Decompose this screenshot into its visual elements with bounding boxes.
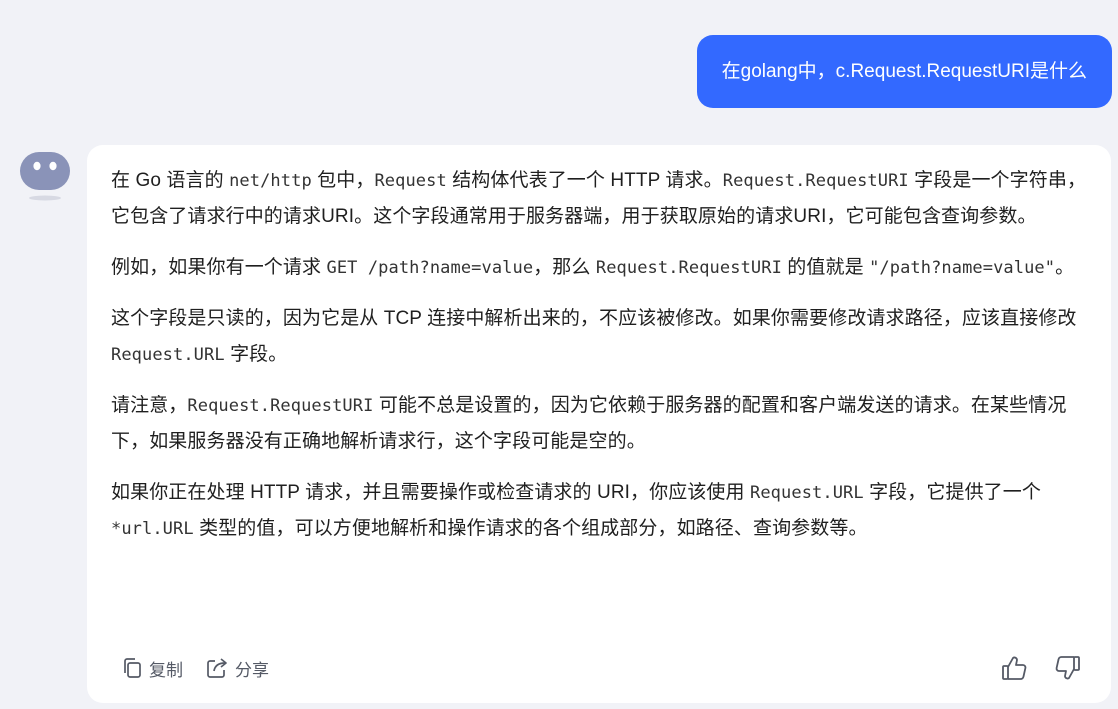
inline-code: *url.URL xyxy=(111,519,194,539)
copy-button[interactable]: 复制 xyxy=(121,656,183,681)
thumbs-down-icon xyxy=(1055,656,1080,680)
dislike-button[interactable] xyxy=(1053,654,1081,682)
inline-code: Request xyxy=(374,171,447,191)
share-icon xyxy=(207,658,227,678)
user-message-text: 在golang中，c.Request.RequestURI是什么 xyxy=(721,61,1087,82)
like-button[interactable] xyxy=(1001,654,1029,682)
text-segment: ，那么 xyxy=(533,257,596,278)
text-segment: 。 xyxy=(1055,257,1075,278)
text-segment: 包中， xyxy=(311,170,375,191)
thumbs-up-icon xyxy=(1002,656,1027,680)
inline-code: Request.RequestURI xyxy=(595,258,782,278)
inline-code: Request.RequestURI xyxy=(187,396,374,416)
bot-avatar-icon xyxy=(20,152,70,201)
assistant-answer-card: 在 Go 语言的 net/http 包中，Request 结构体代表了一个 HT… xyxy=(87,145,1111,703)
answer-paragraph-4: 请注意，Request.RequestURI 可能不总是设置的，因为它依赖于服务… xyxy=(111,388,1087,460)
copy-icon xyxy=(124,658,141,678)
user-message-bubble: 在golang中，c.Request.RequestURI是什么 xyxy=(696,35,1112,108)
answer-paragraph-2: 例如，如果你有一个请求 GET /path?name=value，那么 Requ… xyxy=(111,250,1087,286)
inline-code: "/path?name=value" xyxy=(869,258,1056,278)
inline-code: Request.URL xyxy=(111,345,225,365)
text-segment: 结构体代表了一个 HTTP 请求。 xyxy=(446,170,723,191)
share-label: 分享 xyxy=(235,660,269,680)
inline-code: net/http xyxy=(229,171,312,191)
inline-code: GET /path?name=value xyxy=(326,258,534,278)
copy-label: 复制 xyxy=(149,660,183,680)
text-segment: 在 Go 语言的 xyxy=(111,170,230,191)
text-segment: 如果你正在处理 HTTP 请求，并且需要操作或检查请求的 URI，你应该使用 xyxy=(111,482,751,503)
text-segment: 类型的值，可以方便地解析和操作请求的各个组成部分，如路径、查询参数等。 xyxy=(193,518,868,539)
answer-actions-bar: 复制 分享 xyxy=(121,651,1081,685)
answer-paragraph-3: 这个字段是只读的，因为它是从 TCP 连接中解析出来的，不应该被修改。如果你需要… xyxy=(111,301,1087,373)
text-segment: 的值就是 xyxy=(781,257,870,278)
text-segment: 字段，它提供了一个 xyxy=(863,482,1041,503)
text-segment: 请注意， xyxy=(111,395,188,416)
answer-paragraph-1: 在 Go 语言的 net/http 包中，Request 结构体代表了一个 HT… xyxy=(111,163,1087,235)
text-segment: 这个字段是只读的，因为它是从 TCP 连接中解析出来的，不应该被修改。如果你需要… xyxy=(111,308,1077,329)
inline-code: Request.RequestURI xyxy=(722,171,909,191)
text-segment: 字段。 xyxy=(224,344,288,365)
inline-code: Request.URL xyxy=(750,483,864,503)
text-segment: 例如，如果你有一个请求 xyxy=(111,257,327,278)
share-button[interactable]: 分享 xyxy=(205,656,269,681)
answer-paragraph-5: 如果你正在处理 HTTP 请求，并且需要操作或检查请求的 URI，你应该使用 R… xyxy=(111,475,1087,547)
assistant-avatar xyxy=(19,149,71,201)
